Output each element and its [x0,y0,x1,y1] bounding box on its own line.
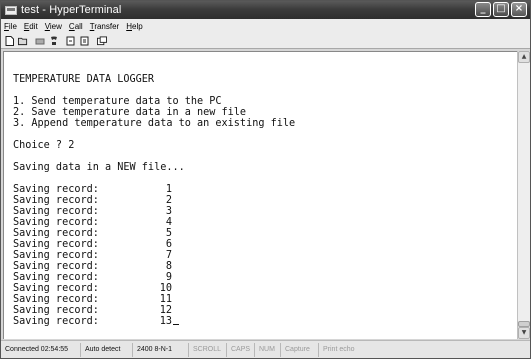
toolbar [1,33,530,49]
receive-icon[interactable] [80,36,90,46]
record-number-value: 8 [165,261,172,272]
record-label: Saving record: [13,305,99,316]
record-label: Saving record: [13,283,99,294]
record-label: Saving record: [13,294,99,305]
record-number-value: 10 [159,283,172,294]
record-number: 11 [144,294,172,305]
port-settings: 2400 8-N-1 [133,342,189,357]
record-label: Saving record: [13,316,99,327]
choice-prompt: Choice ? 2 [13,140,75,151]
record-number: 5 [144,228,172,239]
menu-file[interactable]: File [4,22,17,31]
record-label: Saving record: [13,250,99,261]
record-label: Saving record: [13,206,99,217]
record-number-value: 4 [165,217,172,228]
saving-message: Saving data in a NEW file... [13,162,185,173]
properties-icon[interactable] [97,35,107,46]
menu-transfer[interactable]: Transfer [90,22,120,31]
record-number-value: 12 [159,305,172,316]
caps-indicator: CAPS [227,342,255,357]
disconnect-icon[interactable] [35,36,45,46]
scroll-indicator: SCROLL [189,342,227,357]
status-bar: Connected 02:54:55 Auto detect 2400 8-N-… [1,340,530,358]
terminal-screen[interactable]: TEMPERATURE DATA LOGGER 1. Send temperat… [3,51,517,339]
record-number-value: 2 [165,195,172,206]
record-label: Saving record: [13,261,99,272]
hyperterminal-app-icon[interactable] [5,5,17,15]
new-icon[interactable] [4,35,14,46]
menu-option-3: 3. Append temperature data to an existin… [13,118,296,129]
menu-call[interactable]: Call [69,22,83,31]
scroll-down-icon[interactable]: ▼ [518,327,530,339]
record-number: 4 [144,217,172,228]
record-number-value: 6 [165,239,172,250]
record-number: 8 [144,261,172,272]
record-number: 6 [144,239,172,250]
record-label: Saving record: [13,184,99,195]
menu-help[interactable]: Help [126,22,142,31]
open-icon[interactable] [18,36,28,46]
emulation-status: Auto detect [81,342,133,357]
menu-option-2: 2. Save temperature data in a new file [13,107,247,118]
record-number: 10 [144,283,172,294]
record-number-value: 13 [159,316,172,327]
record-label: Saving record: [13,239,99,250]
record-number: 13 [144,316,179,327]
connection-status: Connected 02:54:55 [1,342,81,357]
menu-option-1: 1. Send temperature data to the PC [13,96,222,107]
close-button[interactable]: × [511,2,527,17]
terminal-header: TEMPERATURE DATA LOGGER [13,74,155,85]
menu-edit[interactable]: Edit [24,22,38,31]
call-icon[interactable] [49,36,59,46]
num-indicator: NUM [255,342,281,357]
record-label: Saving record: [13,272,99,283]
record-number-value: 7 [165,250,172,261]
minimize-button[interactable]: _ [475,2,491,17]
record-label: Saving record: [13,217,99,228]
record-number: 9 [144,272,172,283]
record-number-value: 1 [165,184,172,195]
record-number: 7 [144,250,172,261]
record-number-value: 5 [165,228,172,239]
capture-indicator: Capture [281,342,319,357]
record-number-value: 9 [165,272,172,283]
record-number: 1 [144,184,172,195]
menu-view[interactable]: View [45,22,62,31]
record-number-value: 11 [159,294,172,305]
record-label: Saving record: [13,228,99,239]
menu-bar: File Edit View Call Transfer Help [1,19,530,33]
send-icon[interactable] [66,36,76,46]
vertical-scrollbar[interactable]: ▲ ▼ [517,51,530,339]
print-echo-indicator: Print echo [323,345,355,353]
record-number-value: 3 [165,206,172,217]
record-number: 3 [144,206,172,217]
scroll-up-icon[interactable]: ▲ [518,51,530,63]
record-label: Saving record: [13,195,99,206]
window-controls: _ □ × [475,2,527,17]
maximize-button[interactable]: □ [493,2,509,17]
hyperterminal-window: test - HyperTerminal _ □ × File Edit Vie… [0,0,531,359]
record-number: 12 [144,305,172,316]
record-number: 2 [144,195,172,206]
window-title: test - HyperTerminal [21,4,122,16]
title-bar[interactable]: test - HyperTerminal _ □ × [1,1,530,19]
text-cursor [173,324,179,325]
